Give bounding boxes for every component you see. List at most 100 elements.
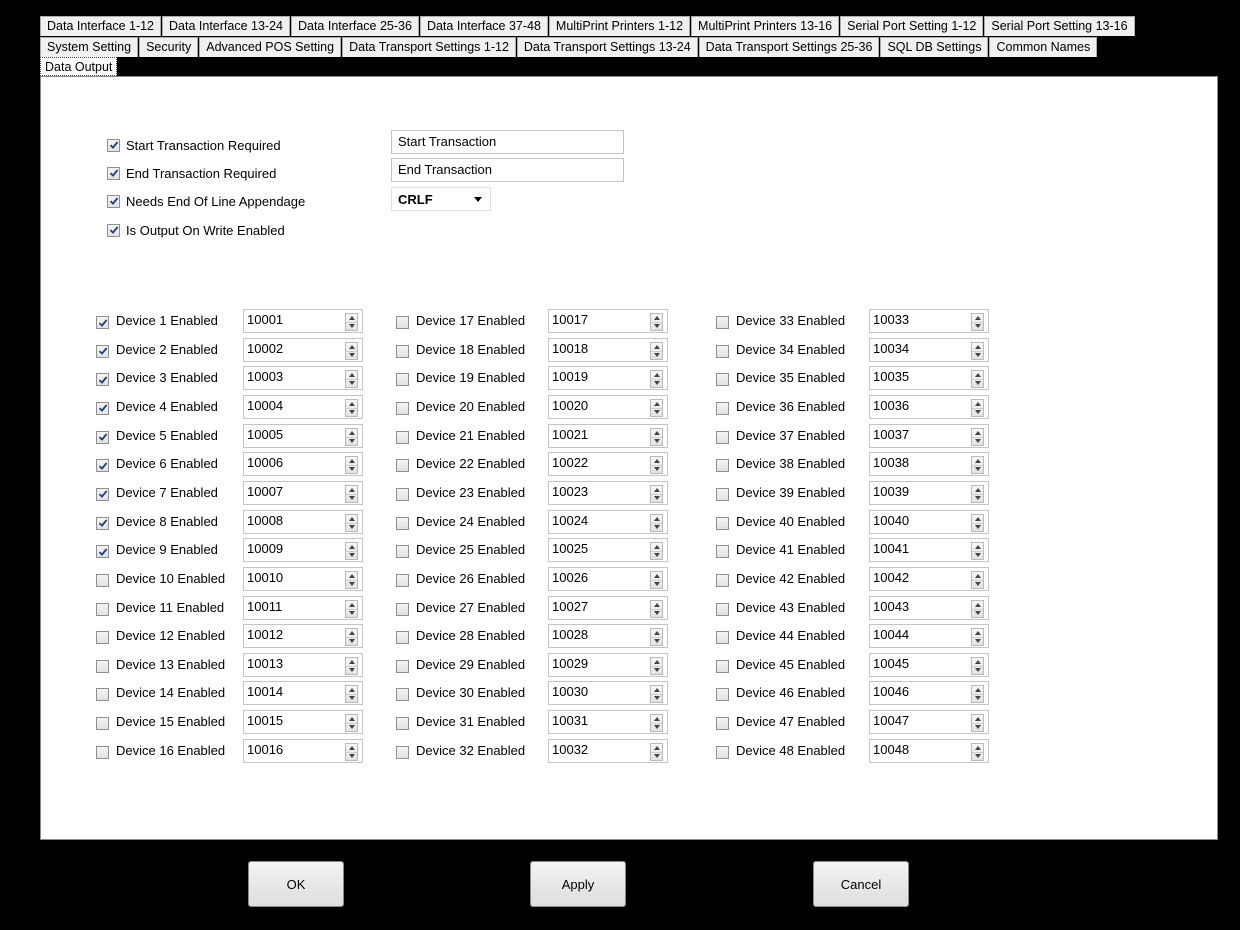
device-port-input[interactable]: 10018 <box>548 337 668 362</box>
tab-data-transport-settings-25-36[interactable]: Data Transport Settings 25-36 <box>698 37 880 57</box>
spinner-arrows-icon[interactable] <box>971 685 984 704</box>
device-enabled-checkbox[interactable] <box>716 316 729 329</box>
spinner-arrows-icon[interactable] <box>345 714 358 733</box>
tab-security[interactable]: Security <box>139 37 199 57</box>
device-port-input[interactable]: 10005 <box>243 423 363 448</box>
device-port-input[interactable]: 10040 <box>869 509 989 534</box>
spinner-arrows-icon[interactable] <box>971 570 984 589</box>
device-port-input[interactable]: 10023 <box>548 480 668 505</box>
tab-sql-db-settings[interactable]: SQL DB Settings <box>880 37 989 57</box>
device-enabled-checkbox[interactable] <box>96 545 109 559</box>
device-port-input[interactable]: 10001 <box>243 309 363 333</box>
is-output-on-write-enabled-checkbox[interactable]: Is Output On Write Enabled <box>107 220 285 240</box>
spinner-arrows-icon[interactable] <box>650 341 663 360</box>
tab-data-transport-settings-13-24[interactable]: Data Transport Settings 13-24 <box>516 37 698 57</box>
spinner-arrows-icon[interactable] <box>971 542 984 561</box>
device-port-input[interactable]: 10013 <box>243 652 363 677</box>
device-enabled-checkbox[interactable] <box>96 316 109 329</box>
device-enabled-checkbox[interactable] <box>96 430 109 444</box>
device-enabled-checkbox[interactable] <box>716 430 729 444</box>
apply-button[interactable]: Apply <box>530 861 626 907</box>
device-enabled-checkbox[interactable] <box>396 545 409 559</box>
device-port-input[interactable]: 10010 <box>243 566 363 591</box>
spinner-arrows-icon[interactable] <box>971 341 984 360</box>
device-port-input[interactable]: 10046 <box>869 681 989 706</box>
device-enabled-checkbox[interactable] <box>96 717 109 731</box>
spinner-arrows-icon[interactable] <box>345 370 358 389</box>
device-enabled-checkbox[interactable] <box>396 487 409 501</box>
device-port-input[interactable]: 10021 <box>548 423 668 448</box>
device-port-input[interactable]: 10034 <box>869 337 989 362</box>
device-enabled-checkbox[interactable] <box>716 545 729 559</box>
device-port-input[interactable]: 10003 <box>243 366 363 391</box>
device-port-input[interactable]: 10019 <box>548 366 668 391</box>
device-enabled-checkbox[interactable] <box>396 316 409 329</box>
tab-multiprint-printers-1-12[interactable]: MultiPrint Printers 1-12 <box>548 16 691 36</box>
spinner-arrows-icon[interactable] <box>971 313 984 331</box>
device-port-input[interactable]: 10037 <box>869 423 989 448</box>
device-enabled-checkbox[interactable] <box>96 487 109 501</box>
spinner-arrows-icon[interactable] <box>345 685 358 704</box>
device-enabled-checkbox[interactable] <box>716 602 729 616</box>
device-enabled-checkbox[interactable] <box>396 459 409 473</box>
spinner-arrows-icon[interactable] <box>971 484 984 503</box>
device-enabled-checkbox[interactable] <box>96 631 109 645</box>
device-enabled-checkbox[interactable] <box>396 401 409 415</box>
spinner-arrows-icon[interactable] <box>650 456 663 475</box>
device-enabled-checkbox[interactable] <box>396 659 409 673</box>
device-port-input[interactable]: 10014 <box>243 681 363 706</box>
device-enabled-checkbox[interactable] <box>396 717 409 731</box>
device-port-input[interactable]: 10033 <box>869 309 989 333</box>
tab-data-interface-25-36[interactable]: Data Interface 25-36 <box>290 16 419 36</box>
device-port-input[interactable]: 10007 <box>243 480 363 505</box>
ok-button[interactable]: OK <box>248 861 344 907</box>
device-enabled-checkbox[interactable] <box>716 717 729 731</box>
spinner-arrows-icon[interactable] <box>650 313 663 331</box>
device-port-input[interactable]: 10043 <box>869 595 989 620</box>
device-port-input[interactable]: 10006 <box>243 452 363 477</box>
spinner-arrows-icon[interactable] <box>345 341 358 360</box>
device-port-input[interactable]: 10035 <box>869 366 989 391</box>
device-enabled-checkbox[interactable] <box>716 401 729 415</box>
tab-data-output[interactable]: Data Output <box>40 57 118 76</box>
device-enabled-checkbox[interactable] <box>396 430 409 444</box>
start-transaction-text-input[interactable]: Start Transaction <box>391 130 624 154</box>
device-port-input[interactable]: 10029 <box>548 652 668 677</box>
device-enabled-checkbox[interactable] <box>716 344 729 358</box>
device-port-input[interactable]: 10025 <box>548 538 668 563</box>
device-port-input[interactable]: 10042 <box>869 566 989 591</box>
device-enabled-checkbox[interactable] <box>396 344 409 358</box>
tab-data-interface-13-24[interactable]: Data Interface 13-24 <box>162 16 290 36</box>
device-port-input[interactable]: 10011 <box>243 595 363 620</box>
spinner-arrows-icon[interactable] <box>650 656 663 675</box>
end-transaction-text-input[interactable]: End Transaction <box>391 158 624 182</box>
spinner-arrows-icon[interactable] <box>971 513 984 532</box>
device-enabled-checkbox[interactable] <box>716 631 729 645</box>
device-port-input[interactable]: 10008 <box>243 509 363 534</box>
device-port-input[interactable]: 10047 <box>869 710 989 735</box>
line-ending-dropdown[interactable]: CRLF <box>391 187 491 211</box>
needs-end-of-line-appendage-checkbox[interactable]: Needs End Of Line Appendage <box>107 191 305 211</box>
device-enabled-checkbox[interactable] <box>396 516 409 530</box>
spinner-arrows-icon[interactable] <box>650 398 663 417</box>
device-enabled-checkbox[interactable] <box>396 688 409 702</box>
tab-data-interface-37-48[interactable]: Data Interface 37-48 <box>419 16 548 36</box>
spinner-arrows-icon[interactable] <box>650 484 663 503</box>
start-transaction-required-checkbox[interactable]: Start Transaction Required <box>107 135 281 155</box>
device-enabled-checkbox[interactable] <box>96 688 109 702</box>
device-enabled-checkbox[interactable] <box>716 573 729 587</box>
spinner-arrows-icon[interactable] <box>345 427 358 446</box>
device-port-input[interactable]: 10024 <box>548 509 668 534</box>
spinner-arrows-icon[interactable] <box>971 599 984 618</box>
device-port-input[interactable]: 10012 <box>243 624 363 649</box>
device-port-input[interactable]: 10002 <box>243 337 363 362</box>
device-port-input[interactable]: 10041 <box>869 538 989 563</box>
device-enabled-checkbox[interactable] <box>396 602 409 616</box>
device-port-input[interactable]: 10031 <box>548 710 668 735</box>
device-port-input[interactable]: 10048 <box>869 738 989 763</box>
spinner-arrows-icon[interactable] <box>650 427 663 446</box>
device-enabled-checkbox[interactable] <box>396 631 409 645</box>
tab-data-transport-settings-1-12[interactable]: Data Transport Settings 1-12 <box>342 37 516 57</box>
device-enabled-checkbox[interactable] <box>96 344 109 358</box>
device-enabled-checkbox[interactable] <box>96 659 109 673</box>
